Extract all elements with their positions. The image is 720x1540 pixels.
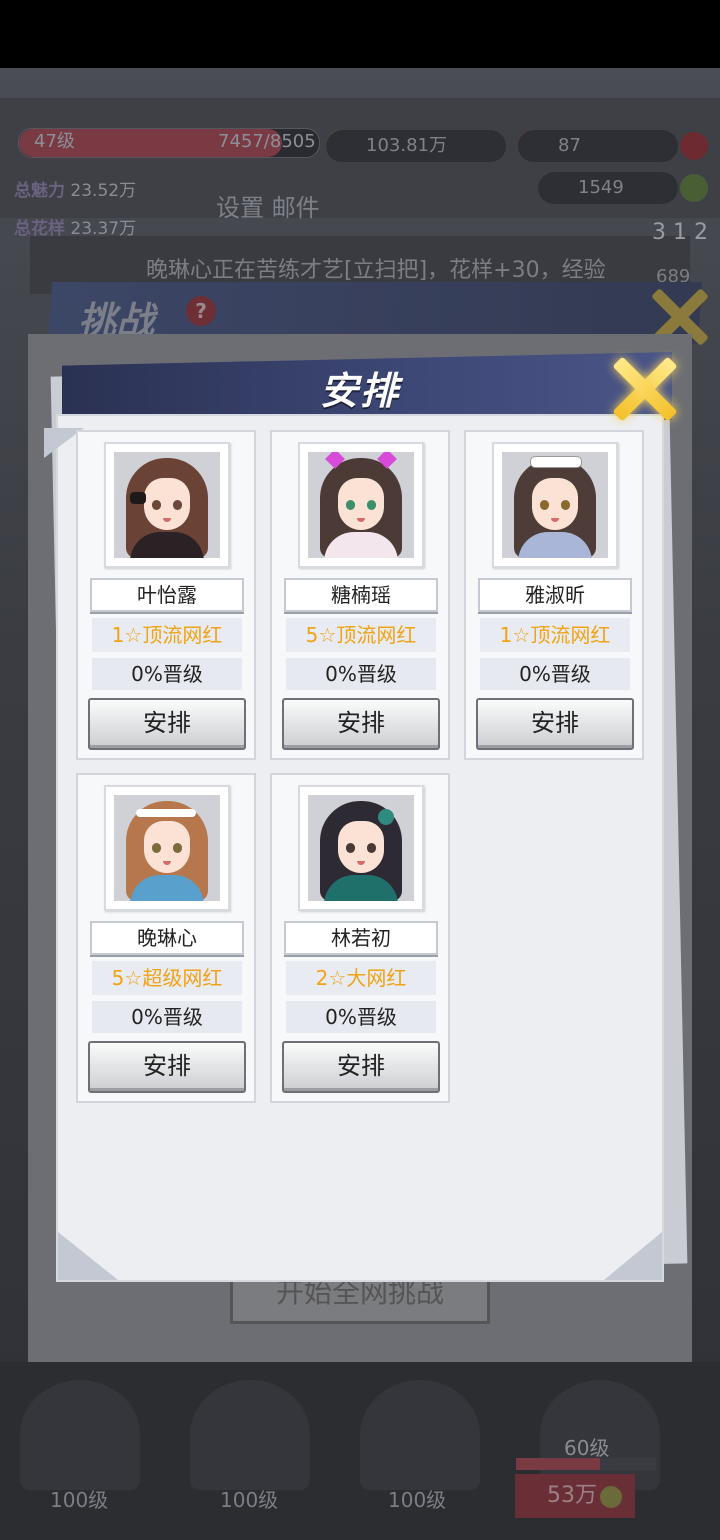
face-shape xyxy=(144,821,190,873)
character-rank: 2☆大网红 xyxy=(286,961,436,995)
eye-shape xyxy=(346,500,355,510)
arrange-button[interactable]: 安排 xyxy=(88,1041,246,1093)
headband-icon xyxy=(136,809,196,817)
arrange-button[interactable]: 安排 xyxy=(88,698,246,750)
gold-counter: 103.81万 xyxy=(326,130,506,162)
portrait-art xyxy=(114,452,220,558)
eye-shape xyxy=(173,843,182,853)
face-shape xyxy=(338,821,384,873)
eye-shape xyxy=(367,500,376,510)
modal-corner xyxy=(58,1232,118,1280)
eye-shape xyxy=(561,500,570,510)
portrait-art xyxy=(502,452,608,558)
eye-shape xyxy=(152,843,161,853)
face-shape xyxy=(338,478,384,530)
flower-icon xyxy=(378,809,394,825)
character-portrait xyxy=(298,442,424,568)
eye-shape xyxy=(346,843,355,853)
add-diamond-icon[interactable] xyxy=(680,174,708,202)
character-portrait xyxy=(298,785,424,911)
question-icon[interactable]: ? xyxy=(186,296,216,326)
character-name: 糖楠瑶 xyxy=(284,578,438,612)
portrait-art xyxy=(308,795,414,901)
character-rank: 5☆顶流网红 xyxy=(286,618,436,652)
modal-corner xyxy=(604,1232,662,1280)
eye-shape xyxy=(152,500,161,510)
promotion-progress: 0%晋级 xyxy=(286,658,436,690)
character-name: 叶怡露 xyxy=(90,578,244,612)
close-x-icon[interactable] xyxy=(612,356,678,422)
help-icon-top[interactable] xyxy=(680,132,708,160)
character-name: 晚琳心 xyxy=(90,921,244,955)
arrange-button[interactable]: 安排 xyxy=(476,698,634,750)
mini-progress-bar xyxy=(516,1458,656,1470)
character-portrait xyxy=(492,442,618,568)
eye-shape xyxy=(540,500,549,510)
diamond-counter: 1549 xyxy=(538,172,678,204)
bottom-level-label: 100级 xyxy=(50,1488,109,1512)
face-shape xyxy=(532,478,578,530)
character-rank: 1☆顶流网红 xyxy=(92,618,242,652)
eye-shape xyxy=(367,843,376,853)
promotion-progress: 0%晋级 xyxy=(92,658,242,690)
arrange-button[interactable]: 安排 xyxy=(282,1041,440,1093)
character-rank: 1☆顶流网红 xyxy=(480,618,630,652)
bow-icon xyxy=(130,492,146,504)
bottom-level-label: 100级 xyxy=(220,1488,279,1512)
level-60-label: 60级 xyxy=(564,1436,610,1460)
portrait-art xyxy=(114,795,220,901)
character-card: 雅淑昕 1☆顶流网红 0%晋级 安排 xyxy=(464,430,644,760)
coin-icon xyxy=(600,1486,622,1508)
ticker-text: 晚琳心正在苦练才艺[立扫把]，花样+30，经验 xyxy=(146,258,606,283)
charm-stat: 总魅力 23.52万 xyxy=(14,181,137,201)
arrange-button[interactable]: 安排 xyxy=(282,698,440,750)
mini-progress-fill xyxy=(516,1458,600,1470)
character-name: 林若初 xyxy=(284,921,438,955)
exp-label: 7457/8505 xyxy=(218,131,316,152)
promotion-progress: 0%晋级 xyxy=(286,1001,436,1033)
portrait-art xyxy=(308,452,414,558)
promotion-progress: 0%晋级 xyxy=(92,1001,242,1033)
character-card: 叶怡露 1☆顶流网红 0%晋级 安排 xyxy=(76,430,256,760)
bottom-level-label: 100级 xyxy=(388,1488,447,1512)
character-portrait xyxy=(104,785,230,911)
character-portrait xyxy=(104,442,230,568)
eye-shape xyxy=(173,500,182,510)
character-card: 糖楠瑶 5☆顶流网红 0%晋级 安排 xyxy=(270,430,450,760)
character-card: 晚琳心 5☆超级网红 0%晋级 安排 xyxy=(76,773,256,1103)
character-rank: 5☆超级网红 xyxy=(92,961,242,995)
character-name: 雅淑昕 xyxy=(478,578,632,612)
rose-counter: 87 xyxy=(518,130,678,162)
character-silhouette xyxy=(190,1380,310,1490)
face-shape xyxy=(144,478,190,530)
settings-mail-label: 设置 邮件 xyxy=(216,194,320,222)
character-silhouette xyxy=(20,1380,140,1490)
level-label: 47级 xyxy=(34,131,75,152)
podium-icon[interactable]: 3 1 2 xyxy=(652,220,710,268)
promotion-progress: 0%晋级 xyxy=(480,658,630,690)
maid-headband-icon xyxy=(530,456,582,468)
character-card: 林若初 2☆大网红 0%晋级 安排 xyxy=(270,773,450,1103)
character-silhouette xyxy=(360,1380,480,1490)
